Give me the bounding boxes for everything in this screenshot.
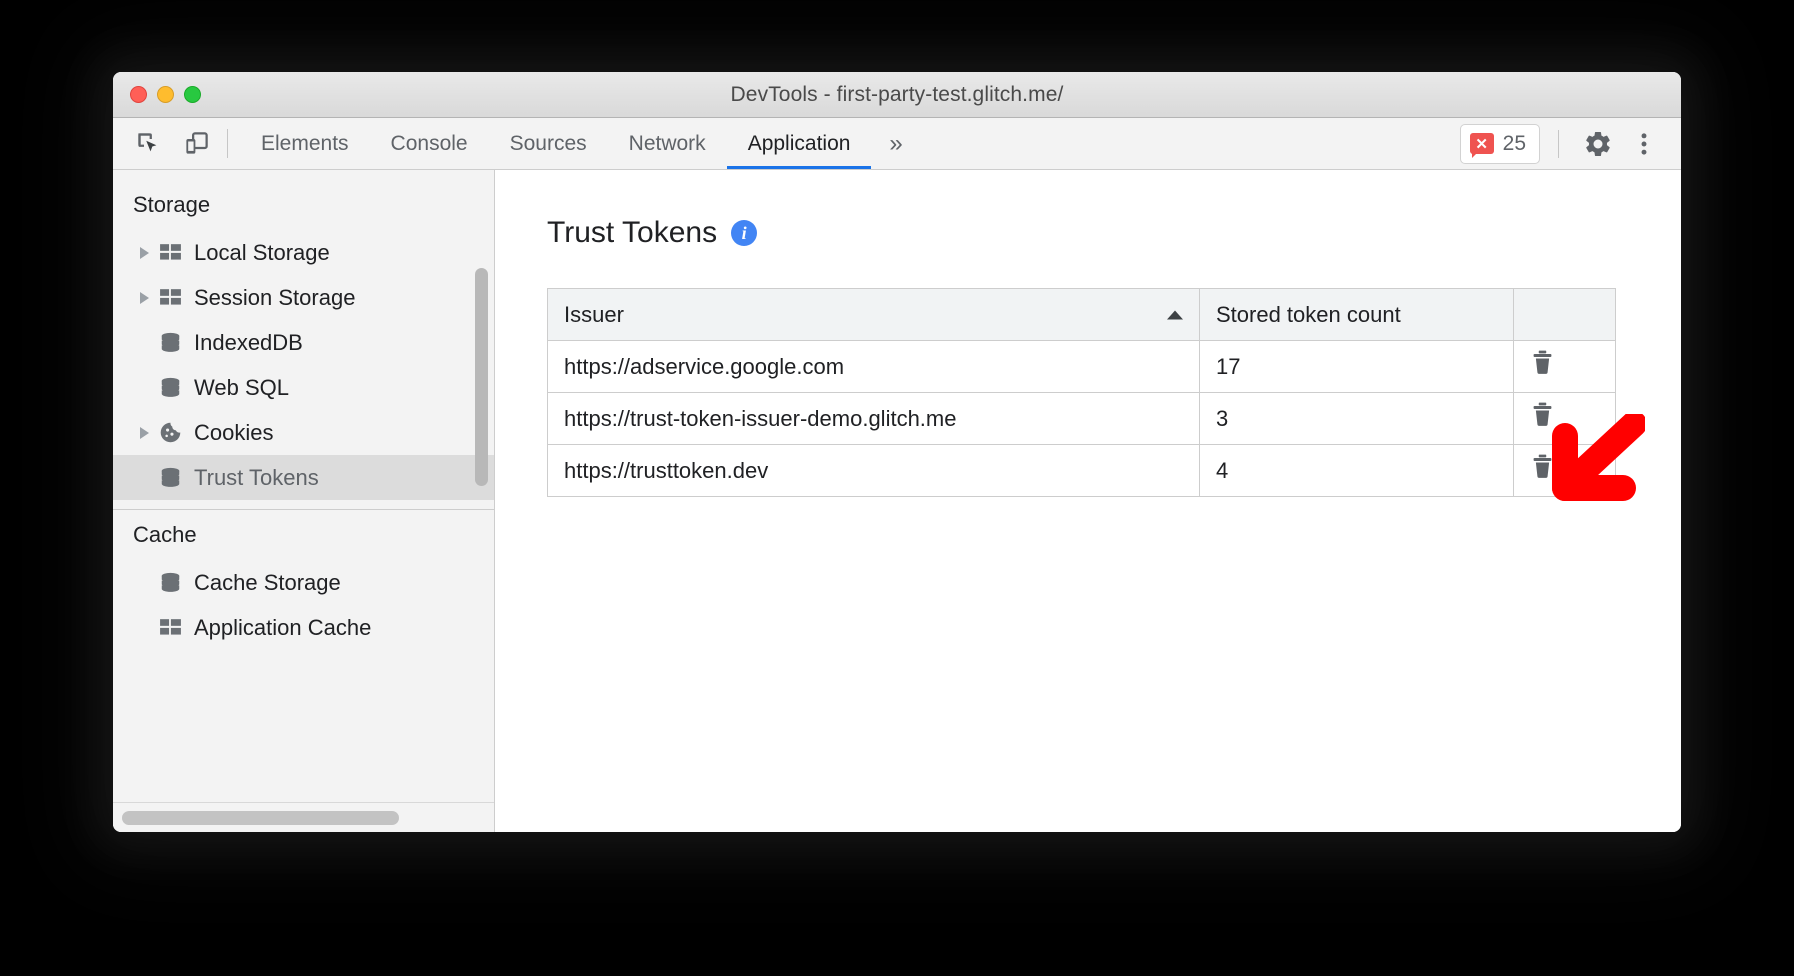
tab-console[interactable]: Console	[370, 118, 489, 169]
panel-header: Trust Tokens i	[547, 216, 1681, 250]
kebab-menu-icon[interactable]	[1623, 123, 1665, 165]
sidebar-item-trust-tokens[interactable]: Trust Tokens	[113, 455, 494, 500]
device-toolbar-icon[interactable]	[177, 125, 215, 163]
table-row[interactable]: https://trusttoken.dev 4	[548, 445, 1616, 497]
chevron-right-icon[interactable]	[133, 247, 155, 259]
panel-tabs: Elements Console Sources Network Applica…	[240, 118, 921, 169]
column-header-delete	[1514, 289, 1616, 341]
sidebar-item-label: Cache Storage	[194, 570, 341, 596]
error-count: 25	[1503, 132, 1526, 156]
column-header-label: Issuer	[564, 302, 624, 327]
table-row[interactable]: https://adservice.google.com 17	[548, 341, 1616, 393]
table-icon	[155, 285, 185, 310]
tab-application[interactable]: Application	[727, 118, 872, 169]
table-header-row: Issuer Stored token count	[548, 289, 1616, 341]
cell-issuer: https://trust-token-issuer-demo.glitch.m…	[548, 393, 1200, 445]
sidebar-item-application-cache[interactable]: Application Cache	[113, 605, 494, 650]
cookie-icon	[155, 420, 185, 445]
trash-icon[interactable]	[1530, 401, 1555, 430]
sidebar-section-storage-title: Storage	[113, 180, 494, 230]
inspect-element-icon[interactable]	[129, 125, 167, 163]
storage-sidebar: Storage Local Storage	[113, 170, 495, 832]
sidebar-item-cookies[interactable]: Cookies	[113, 410, 494, 455]
database-icon	[155, 465, 185, 490]
sidebar-item-indexeddb[interactable]: IndexedDB	[113, 320, 494, 365]
more-tabs-button[interactable]: »	[871, 118, 920, 169]
cell-delete[interactable]	[1514, 393, 1616, 445]
window-titlebar: DevTools - first-party-test.glitch.me/	[113, 72, 1681, 118]
sidebar-tree: Storage Local Storage	[113, 170, 494, 802]
column-header-label: Stored token count	[1216, 302, 1401, 327]
cell-token-count: 4	[1200, 445, 1514, 497]
sidebar-item-label: Cookies	[194, 420, 273, 446]
sidebar-horizontal-scrollbar[interactable]	[113, 802, 494, 832]
database-icon	[155, 375, 185, 400]
toolbar-divider	[227, 129, 228, 158]
toolbar-right-icons: ✕ 25	[1460, 118, 1681, 169]
sidebar-vertical-scrollbar[interactable]	[475, 268, 488, 486]
info-icon[interactable]: i	[731, 220, 757, 246]
cell-delete[interactable]	[1514, 445, 1616, 497]
table-header: Issuer Stored token count	[548, 289, 1616, 341]
sidebar-item-local-storage[interactable]: Local Storage	[113, 230, 494, 275]
chevron-right-icon[interactable]	[133, 427, 155, 439]
error-count-badge[interactable]: ✕ 25	[1460, 124, 1540, 164]
cell-token-count: 17	[1200, 341, 1514, 393]
window-title: DevTools - first-party-test.glitch.me/	[113, 83, 1681, 107]
database-icon	[155, 570, 185, 595]
tab-elements[interactable]: Elements	[240, 118, 370, 169]
cell-delete[interactable]	[1514, 341, 1616, 393]
sort-ascending-icon	[1167, 310, 1183, 319]
table-icon	[155, 615, 185, 640]
sidebar-item-label: Web SQL	[194, 375, 289, 401]
tab-sources[interactable]: Sources	[489, 118, 608, 169]
database-icon	[155, 330, 185, 355]
scrollbar-thumb[interactable]	[122, 811, 399, 825]
table-body: https://adservice.google.com 17	[548, 341, 1616, 497]
sidebar-item-label: Local Storage	[194, 240, 330, 266]
gear-icon[interactable]	[1577, 123, 1619, 165]
trash-icon[interactable]	[1530, 453, 1555, 482]
toolbar-divider-right	[1558, 130, 1559, 158]
sidebar-section-cache-title: Cache	[113, 510, 494, 560]
trash-icon[interactable]	[1530, 349, 1555, 378]
trust-tokens-table: Issuer Stored token count	[547, 288, 1616, 497]
cell-token-count: 3	[1200, 393, 1514, 445]
cell-issuer: https://adservice.google.com	[548, 341, 1200, 393]
table-row[interactable]: https://trust-token-issuer-demo.glitch.m…	[548, 393, 1616, 445]
devtools-window: DevTools - first-party-test.glitch.me/	[113, 72, 1681, 832]
table-icon	[155, 240, 185, 265]
sidebar-item-label: Session Storage	[194, 285, 355, 311]
trust-tokens-panel: Trust Tokens i Issuer Stored token count	[495, 170, 1681, 832]
sidebar-item-cache-storage[interactable]: Cache Storage	[113, 560, 494, 605]
screenshot-root: DevTools - first-party-test.glitch.me/	[0, 0, 1794, 976]
cell-issuer: https://trusttoken.dev	[548, 445, 1200, 497]
chevron-right-icon[interactable]	[133, 292, 155, 304]
column-header-issuer[interactable]: Issuer	[548, 289, 1200, 341]
toolbar-left-icons	[113, 118, 215, 169]
devtools-body: Storage Local Storage	[113, 170, 1681, 832]
page-title: Trust Tokens	[547, 216, 717, 250]
sidebar-item-label: Trust Tokens	[194, 465, 319, 491]
column-header-stored-token-count[interactable]: Stored token count	[1200, 289, 1514, 341]
sidebar-item-web-sql[interactable]: Web SQL	[113, 365, 494, 410]
sidebar-item-session-storage[interactable]: Session Storage	[113, 275, 494, 320]
error-icon: ✕	[1470, 133, 1494, 154]
sidebar-item-label: Application Cache	[194, 615, 371, 641]
sidebar-item-label: IndexedDB	[194, 330, 303, 356]
devtools-toolbar: Elements Console Sources Network Applica…	[113, 118, 1681, 170]
tab-network[interactable]: Network	[608, 118, 727, 169]
